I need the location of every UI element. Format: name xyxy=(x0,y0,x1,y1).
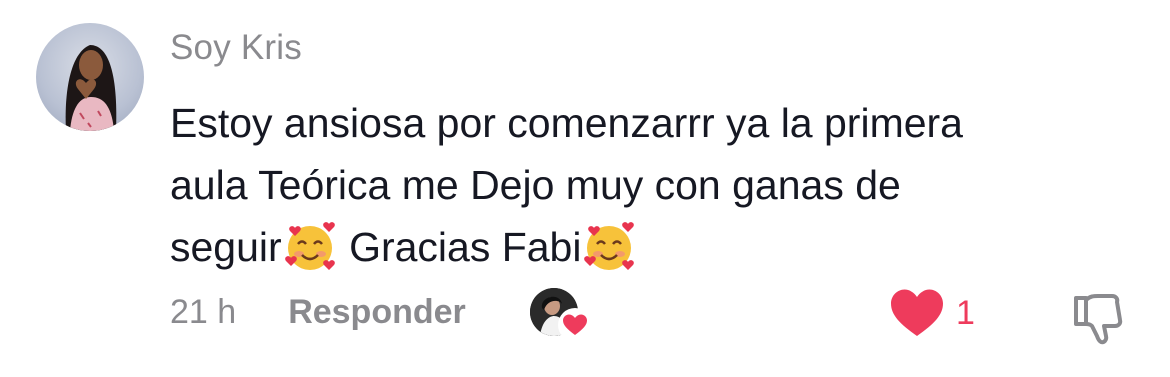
comment-username[interactable]: Soy Kris xyxy=(170,28,302,68)
like-button[interactable]: 1 xyxy=(890,288,975,338)
smiling-face-with-hearts-icon xyxy=(584,222,635,270)
comment-text-line: seguir xyxy=(170,224,282,270)
reply-button[interactable]: Responder xyxy=(288,293,466,332)
comment-timestamp: 21 h xyxy=(170,293,237,331)
user-avatar[interactable] xyxy=(36,23,144,131)
dislike-button[interactable] xyxy=(1070,290,1126,346)
comment-text-line: Estoy ansiosa por comenzarrr ya la prime… xyxy=(170,100,963,146)
heart-icon xyxy=(891,289,943,336)
smiling-face-with-hearts-icon xyxy=(284,222,335,270)
like-count: 1 xyxy=(956,293,975,332)
heart-icon xyxy=(558,308,592,342)
comment-meta: 21 h Responder xyxy=(170,293,466,332)
liked-by-creator-badge xyxy=(530,288,592,342)
comment-text-line: aula Teórica me Dejo muy con ganas de xyxy=(170,162,901,208)
thumbs-down-icon xyxy=(1074,294,1123,345)
comment-text-line: Gracias Fabi xyxy=(337,224,582,270)
comment-text: Estoy ansiosa por comenzarrr ya la prime… xyxy=(170,92,1130,278)
